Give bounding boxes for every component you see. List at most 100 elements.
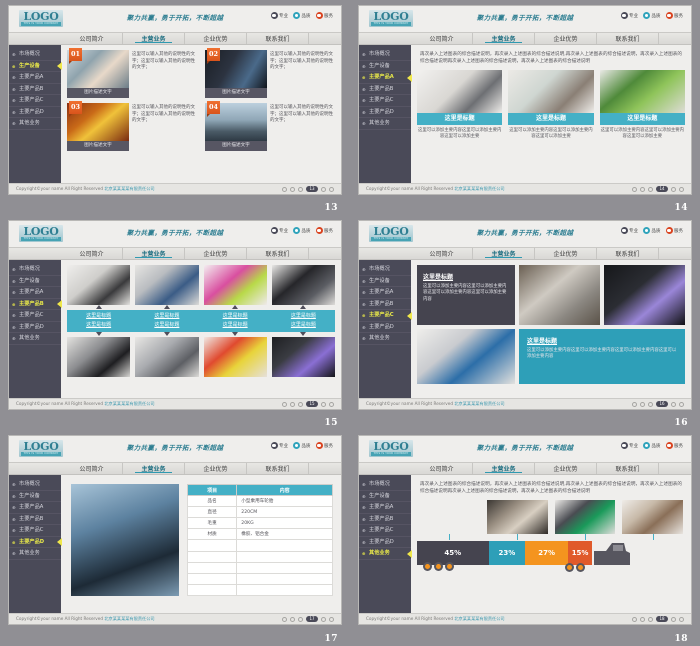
page-dot[interactable]: [290, 401, 295, 407]
sidebar-item-4[interactable]: 主要产品C: [9, 95, 61, 107]
page-dot[interactable]: [298, 616, 303, 622]
tab-1[interactable]: 主营业务: [123, 463, 185, 474]
tab-0[interactable]: 公司简介: [61, 33, 123, 44]
sidebar-item-6[interactable]: 其他业务: [9, 333, 61, 345]
page-dot[interactable]: [640, 616, 645, 622]
page-dot[interactable]: [671, 401, 676, 407]
sidebar-item-2[interactable]: 主要产品A: [9, 502, 61, 514]
sidebar-item-0[interactable]: 市场概况: [359, 479, 411, 491]
pagination[interactable]: 16: [632, 401, 684, 407]
sidebar-item-1[interactable]: 生产设备: [359, 276, 411, 287]
band-label[interactable]: 这里是标题: [135, 312, 198, 321]
tab-1[interactable]: 主营业务: [473, 248, 535, 259]
sidebar-item-6[interactable]: 其他业务: [9, 118, 61, 130]
tab-2[interactable]: 企业优势: [535, 463, 597, 474]
sidebar-item-3[interactable]: 主要产品B: [9, 84, 61, 95]
page-dot[interactable]: [679, 186, 684, 192]
sidebar-item-4[interactable]: 主要产品C: [359, 95, 411, 107]
sidebar-item-0[interactable]: 市场概况: [9, 264, 61, 276]
band-label[interactable]: 这里是标题: [204, 321, 267, 330]
page-dot[interactable]: [282, 401, 287, 407]
tab-0[interactable]: 公司简介: [61, 248, 123, 259]
sidebar-item-4[interactable]: 主要产品C: [9, 310, 61, 322]
pagination[interactable]: 13: [282, 186, 334, 192]
slide[interactable]: LOGO THIS IS YOUR COMPANY LOGO 聚力共赢，勇于开拓…: [358, 220, 692, 410]
page-dot[interactable]: [329, 616, 334, 622]
band-label[interactable]: 这里是标题: [67, 321, 130, 330]
tab-1[interactable]: 主营业务: [123, 33, 185, 44]
sidebar-item-6[interactable]: 其他业务: [359, 118, 411, 130]
sidebar-item-1[interactable]: 生产设备: [9, 61, 62, 72]
slide[interactable]: LOGO THIS IS YOUR COMPANY LOGO 聚力共赢，勇于开拓…: [358, 435, 692, 625]
page-current[interactable]: 18: [656, 616, 668, 622]
page-dot[interactable]: [282, 186, 287, 192]
page-dot[interactable]: [321, 186, 326, 192]
tab-0[interactable]: 公司简介: [411, 248, 473, 259]
tab-0[interactable]: 公司简介: [411, 33, 473, 44]
page-dot[interactable]: [329, 401, 334, 407]
tab-2[interactable]: 企业优势: [185, 248, 247, 259]
tab-3[interactable]: 联系我们: [247, 33, 309, 44]
page-dot[interactable]: [329, 186, 334, 192]
tab-2[interactable]: 企业优势: [185, 463, 247, 474]
sidebar-item-0[interactable]: 市场概况: [9, 479, 61, 491]
page-dot[interactable]: [290, 616, 295, 622]
page-current[interactable]: 14: [656, 186, 668, 192]
sidebar-item-6[interactable]: 其他业务: [9, 548, 61, 560]
page-dot[interactable]: [640, 186, 645, 192]
page-current[interactable]: 16: [656, 401, 668, 407]
sidebar-item-0[interactable]: 市场概况: [359, 49, 411, 61]
sidebar-item-3[interactable]: 主要产品B: [359, 299, 411, 310]
tab-1[interactable]: 主营业务: [123, 248, 185, 259]
sidebar-item-6[interactable]: 其他业务: [359, 333, 411, 345]
sidebar-item-2[interactable]: 主要产品A: [359, 502, 411, 514]
page-dot[interactable]: [298, 401, 303, 407]
sidebar-item-4[interactable]: 主要产品C: [9, 525, 61, 537]
tab-3[interactable]: 联系我们: [597, 33, 659, 44]
sidebar-item-2[interactable]: 主要产品A: [9, 287, 61, 299]
tab-2[interactable]: 企业优势: [535, 248, 597, 259]
pagination[interactable]: 17: [282, 616, 334, 622]
tab-0[interactable]: 公司简介: [411, 463, 473, 474]
sidebar-item-1[interactable]: 生产设备: [9, 491, 61, 502]
slide[interactable]: LOGO THIS IS YOUR COMPANY LOGO 聚力共赢，勇于开拓…: [8, 5, 342, 195]
sidebar-item-0[interactable]: 市场概况: [9, 49, 61, 61]
tab-3[interactable]: 联系我们: [597, 248, 659, 259]
sidebar-item-6[interactable]: 其他业务: [359, 548, 412, 560]
tab-1[interactable]: 主营业务: [473, 463, 535, 474]
page-dot[interactable]: [321, 401, 326, 407]
tab-3[interactable]: 联系我们: [247, 463, 309, 474]
tab-1[interactable]: 主营业务: [473, 33, 535, 44]
band-label[interactable]: 这里是标题: [272, 312, 335, 321]
page-dot[interactable]: [671, 616, 676, 622]
sidebar-item-1[interactable]: 生产设备: [359, 61, 411, 72]
sidebar-item-5[interactable]: 主要产品D: [359, 107, 411, 118]
band-label[interactable]: 这里是标题: [67, 312, 130, 321]
page-dot[interactable]: [679, 401, 684, 407]
pagination[interactable]: 14: [632, 186, 684, 192]
page-dot[interactable]: [671, 186, 676, 192]
sidebar-item-5[interactable]: 主要产品D: [9, 322, 61, 333]
sidebar-item-3[interactable]: 主要产品B: [359, 514, 411, 525]
sidebar-item-0[interactable]: 市场概况: [359, 264, 411, 276]
sidebar-item-5[interactable]: 主要产品D: [9, 537, 62, 548]
sidebar-item-2[interactable]: 主要产品A: [359, 287, 411, 299]
sidebar-item-2[interactable]: 主要产品A: [359, 72, 412, 84]
page-dot[interactable]: [632, 401, 637, 407]
pagination[interactable]: 15: [282, 401, 334, 407]
sidebar-item-5[interactable]: 主要产品D: [9, 107, 61, 118]
tab-3[interactable]: 联系我们: [597, 463, 659, 474]
page-dot[interactable]: [632, 616, 637, 622]
band-label[interactable]: 这里是标题: [135, 321, 198, 330]
band-label[interactable]: 这里是标题: [272, 321, 335, 330]
page-dot[interactable]: [632, 186, 637, 192]
sidebar-item-4[interactable]: 主要产品C: [359, 310, 412, 322]
sidebar-item-3[interactable]: 主要产品B: [9, 514, 61, 525]
pagination[interactable]: 18: [632, 616, 684, 622]
page-dot[interactable]: [298, 186, 303, 192]
sidebar-item-1[interactable]: 生产设备: [359, 491, 411, 502]
sidebar-item-5[interactable]: 主要产品D: [359, 322, 411, 333]
sidebar-item-5[interactable]: 主要产品D: [359, 537, 411, 548]
page-dot[interactable]: [640, 401, 645, 407]
page-dot[interactable]: [679, 616, 684, 622]
